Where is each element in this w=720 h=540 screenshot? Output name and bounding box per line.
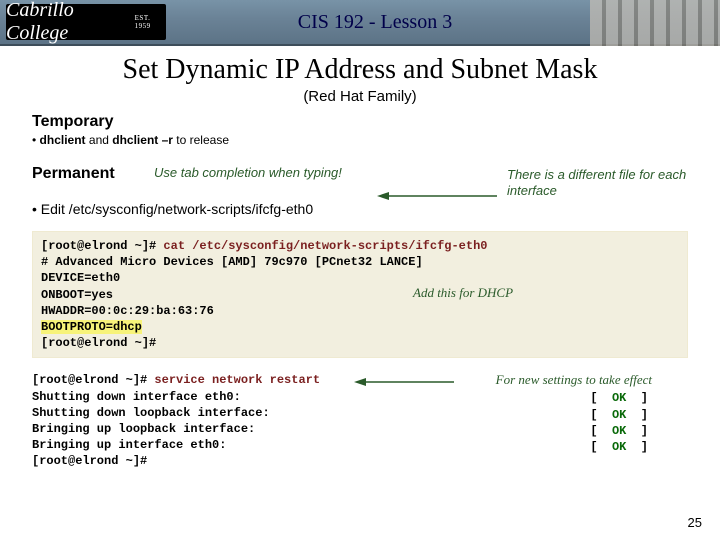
interface-file-note: There is a different file for each inter… [507, 167, 717, 198]
status-ok: [ OK ] [590, 423, 648, 439]
code-line: # Advanced Micro Devices [AMD] 79c970 [P… [41, 254, 679, 270]
text-and: and [86, 133, 113, 147]
bullet-dot: • [32, 133, 40, 147]
prompt: [root@elrond ~]# [32, 373, 154, 387]
cmd-service-restart: service network restart [154, 373, 320, 387]
logo-text: Cabrillo College [6, 0, 131, 45]
status-ok: [ OK ] [590, 407, 648, 423]
permanent-bullet: • Edit /etc/sysconfig/network-scripts/if… [32, 201, 688, 217]
code-highlight-bootproto: BOOTPROTO=dhcp [41, 320, 142, 334]
prompt: [root@elrond ~]# [41, 335, 679, 351]
page-subtitle: (Red Hat Family) [32, 88, 688, 105]
restart-note: For new settings to take effect [496, 371, 652, 389]
arrow-left-icon [377, 189, 497, 199]
slide-content: Set Dynamic IP Address and Subnet Mask (… [0, 54, 720, 469]
code-block-cat: [root@elrond ~]# cat /etc/sysconfig/netw… [32, 231, 688, 358]
permanent-heading: Permanent [32, 165, 115, 182]
cmd-dhclient: dhclient [40, 133, 86, 147]
text-release: to release [173, 133, 229, 147]
logo-est: EST. 1959 [135, 14, 166, 30]
header-bar: Cabrillo College EST. 1959 CIS 192 - Les… [0, 0, 720, 46]
header-decor [590, 0, 720, 46]
code-line: HWADDR=00:0c:29:ba:63:76 [41, 303, 679, 319]
permanent-row: Permanent Use tab completion when typing… [32, 165, 688, 217]
cmd-dhclient-release: dhclient –r [112, 133, 173, 147]
prompt: [root@elrond ~]# [41, 239, 163, 253]
status-ok: [ OK ] [590, 439, 648, 455]
ok-status-column: [ OK ] [ OK ] [ OK ] [ OK ] [590, 390, 648, 455]
temporary-heading: Temporary [32, 113, 688, 131]
tab-completion-hint: Use tab completion when typing! [154, 165, 342, 180]
temporary-bullet: • dhclient and dhclient –r to release [32, 133, 688, 147]
code-block-restart: [root@elrond ~]# service network restart… [32, 372, 688, 469]
arrow-left-icon [354, 376, 454, 386]
prompt: [root@elrond ~]# [32, 453, 688, 469]
page-number: 25 [688, 515, 702, 530]
status-ok: [ OK ] [590, 390, 648, 406]
college-logo: Cabrillo College EST. 1959 [6, 4, 166, 40]
dhcp-note: Add this for DHCP [413, 284, 513, 302]
code-line: ONBOOT=yes [41, 287, 679, 303]
cmd-cat: cat /etc/sysconfig/network-scripts/ifcfg… [163, 239, 487, 253]
code-line: DEVICE=eth0 [41, 270, 679, 286]
page-title: Set Dynamic IP Address and Subnet Mask [32, 54, 688, 86]
